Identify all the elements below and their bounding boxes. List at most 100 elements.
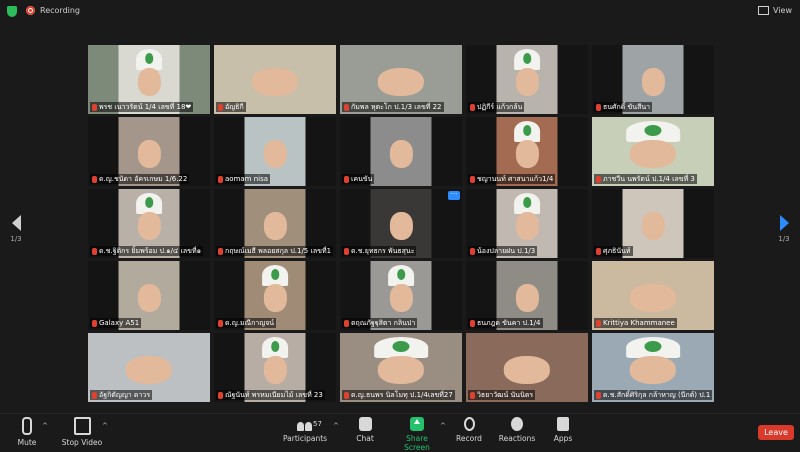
muted-mic-icon [344, 319, 349, 327]
participant-tile[interactable]: ··· ด.ช.ยุทธกร พันธสุนะ [340, 189, 462, 258]
participant-face [629, 356, 677, 385]
participant-face [251, 68, 299, 97]
participant-tile[interactable]: ชญานนท์ ศาสนาแก้ว1/4 [466, 117, 588, 186]
participant-face [137, 212, 161, 241]
participant-name-label: วิธยาวัฒน์ นันนิตร [468, 390, 536, 400]
participant-name-label: พรช เนาวรัตน์ 1/4 เลขที่ 18❤ [90, 102, 194, 112]
participant-tile[interactable]: ด.ญ.มณีกาญจน์ [214, 261, 336, 330]
meeting-toolbar: Mute ^ Stop Video ^ Participants 57 ^ Ch… [0, 413, 800, 452]
stop-video-button[interactable]: Stop Video [60, 417, 104, 447]
participant-face [641, 68, 665, 97]
muted-mic-icon [218, 103, 223, 111]
view-button[interactable]: View [758, 6, 792, 15]
participant-tile[interactable]: ปฏิกีร์ แก้วกล้น [466, 45, 588, 114]
video-camera-icon [73, 417, 91, 435]
hat-badge [644, 341, 662, 353]
prev-page-button[interactable]: 1/3 [6, 215, 26, 243]
participant-tile[interactable]: ด.ญ.ชนัดา อัครเกษม 1/6.22 [88, 117, 210, 186]
muted-mic-icon [596, 247, 601, 255]
participant-face [263, 140, 287, 169]
participant-name: aomam nisa [225, 175, 269, 183]
participant-tile[interactable]: เคนขัน [340, 117, 462, 186]
participant-face [137, 68, 161, 97]
participant-tile[interactable]: อัญธิกี [214, 45, 336, 114]
participant-tile[interactable]: วิธยาวัฒน์ นันนิตร [466, 333, 588, 402]
participant-tile[interactable]: น้องปลายฝน ป.1/3 [466, 189, 588, 258]
participant-tile[interactable]: ตฤณภัฐฐุสิตา กลินปา [340, 261, 462, 330]
share-options-caret-icon[interactable]: ^ [440, 422, 446, 430]
participant-name-label: ธนภฎด ขันคา ป.1/4 [468, 318, 543, 328]
muted-mic-icon [92, 319, 97, 327]
muted-mic-icon [470, 175, 475, 183]
muted-mic-icon [470, 391, 475, 399]
participant-name: ธนภฎด ขันคา ป.1/4 [477, 318, 541, 327]
participant-tile[interactable]: Galaxy A51 [88, 261, 210, 330]
muted-mic-icon [596, 103, 601, 111]
participant-name: ภาชวีน นพรัตน์ ป.1/4 เลขที่ 3 [603, 174, 695, 183]
participant-tile[interactable]: ภาชวีน นพรัตน์ ป.1/4 เลขที่ 3 [592, 117, 714, 186]
participant-name: ด.ช.สักดิ์ศิริกุล กล้าหาญ (นีกต์) ป.1 [603, 390, 711, 399]
leave-button[interactable]: Leave [758, 425, 794, 440]
recording-indicator[interactable]: Recording [26, 6, 80, 15]
participant-tile[interactable]: กฤษณ์เมธี พลอยสกุล ป.1/5 เลขที่1 [214, 189, 336, 258]
participant-face [389, 284, 413, 313]
participant-name: กฤษณ์เมธี พลอยสกุล ป.1/5 เลขที่1 [225, 246, 332, 255]
participant-name: พรช เนาวรัตน์ 1/4 เลขที่ 18❤ [99, 102, 192, 111]
chat-icon [358, 417, 372, 431]
muted-mic-icon [596, 319, 601, 327]
arrow-right-icon [779, 215, 789, 231]
muted-mic-icon [92, 247, 97, 255]
video-options-caret-icon[interactable]: ^ [102, 422, 108, 430]
participant-tile[interactable]: อัฐกิตัญญา ดาวร [88, 333, 210, 402]
participant-name-label: ตฤณภัฐฐุสิตา กลินปา [342, 318, 418, 328]
share-screen-icon [410, 417, 424, 431]
record-button[interactable]: Record [454, 417, 484, 443]
next-page-indicator: 1/3 [778, 235, 790, 243]
reactions-label: Reactions [498, 434, 536, 443]
apps-icon [557, 417, 569, 431]
participant-tile[interactable]: กัมพล หุตะโก ป.1/3 เลขที่ 22 [340, 45, 462, 114]
participant-tile[interactable]: ด.ช.ฐิติกร ยิ้มพร้อม ป.๑/๔ เลขที่๑ [88, 189, 210, 258]
participant-name: วิธยาวัฒน์ นันนิตร [477, 390, 534, 399]
participant-name: ด.ญ.ธนพร นิลโมทุ ป.1/4เลขที่27 [351, 390, 453, 399]
participant-face [515, 212, 539, 241]
participant-face [125, 356, 173, 385]
security-shield-icon[interactable] [7, 6, 17, 17]
participant-video [370, 117, 432, 186]
tile-more-options-icon[interactable]: ··· [448, 191, 460, 200]
participant-face [515, 68, 539, 97]
apps-button[interactable]: Apps [550, 417, 576, 443]
participant-name-label: ด.ช.ฐิติกร ยิ้มพร้อม ป.๑/๔ เลขที่๑ [90, 246, 204, 256]
chat-button[interactable]: Chat [352, 417, 378, 443]
muted-mic-icon [470, 103, 475, 111]
participant-tile[interactable]: ศุภธินันท์ [592, 189, 714, 258]
hat-badge [144, 53, 154, 65]
participant-tile[interactable]: ด.ช.สักดิ์ศิริกุล กล้าหาญ (นีกต์) ป.1 [592, 333, 714, 402]
participant-tile[interactable]: ด.ญ.ธนพร นิลโมทุ ป.1/4เลขที่27 [340, 333, 462, 402]
participant-tile[interactable]: ณัฐนันท์ พรหมเนียมไม้ เลขที่ 23 [214, 333, 336, 402]
participant-face [377, 356, 425, 385]
participant-name: อัญธิกี [225, 102, 244, 111]
muted-mic-icon [218, 175, 223, 183]
participants-caret-icon[interactable]: ^ [333, 422, 339, 430]
participant-tile[interactable]: Krittiya Khammanee [592, 261, 714, 330]
share-screen-button[interactable]: Share Screen [394, 417, 440, 452]
hat-badge [392, 341, 410, 353]
muted-mic-icon [344, 103, 349, 111]
hat-badge [522, 197, 532, 209]
participant-name-label: อัญธิกี [216, 102, 246, 112]
audio-options-caret-icon[interactable]: ^ [42, 422, 48, 430]
participant-tile[interactable]: aomam nisa [214, 117, 336, 186]
muted-mic-icon [596, 391, 601, 399]
participant-name-label: ณัฐนันท์ พรหมเนียมไม้ เลขที่ 23 [216, 390, 325, 400]
participant-face [377, 68, 425, 97]
participant-face [137, 140, 161, 169]
participant-tile[interactable]: ธนศักดิ์ ขันสีนา [592, 45, 714, 114]
next-page-button[interactable]: 1/3 [774, 215, 794, 243]
participant-tile[interactable]: ธนภฎด ขันคา ป.1/4 [466, 261, 588, 330]
mute-button[interactable]: Mute [14, 417, 40, 447]
chat-label: Chat [356, 434, 374, 443]
participant-tile[interactable]: พรช เนาวรัตน์ 1/4 เลขที่ 18❤ [88, 45, 210, 114]
participant-name-label: ภาชวีน นพรัตน์ ป.1/4 เลขที่ 3 [594, 174, 697, 184]
reactions-button[interactable]: Reactions [498, 417, 536, 443]
